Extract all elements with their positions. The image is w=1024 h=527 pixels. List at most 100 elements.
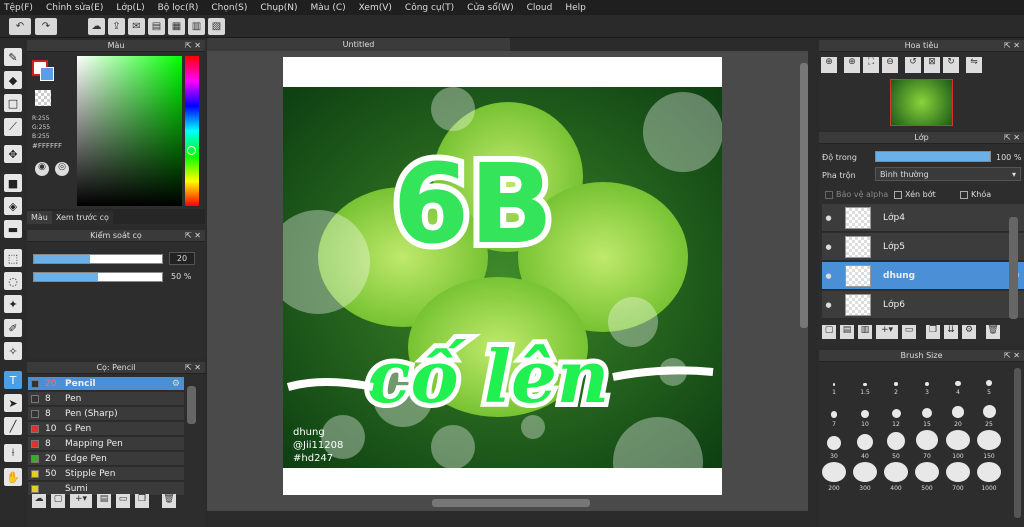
menu-filter[interactable]: Bộ lọc(R) bbox=[158, 3, 199, 13]
tool-move[interactable]: ✥ bbox=[4, 145, 22, 163]
brush-size-option[interactable]: 4 bbox=[945, 366, 971, 396]
brush-list-scrollbar[interactable] bbox=[187, 386, 196, 424]
brush-size-option[interactable]: 200 bbox=[821, 462, 847, 492]
brush-size-option[interactable]: 40 bbox=[852, 430, 878, 460]
new-brush-button[interactable]: ▢ bbox=[51, 494, 65, 508]
tool-lasso[interactable]: ◌ bbox=[4, 272, 22, 290]
background-color-swatch[interactable] bbox=[40, 67, 54, 81]
menu-window[interactable]: Cửa sổ(W) bbox=[467, 3, 513, 13]
merge-layer-button[interactable]: ⇊ bbox=[944, 325, 958, 339]
tool-eraser[interactable]: ◆ bbox=[4, 71, 22, 89]
menu-edit[interactable]: Chỉnh sửa(E) bbox=[46, 3, 103, 13]
grid-button[interactable]: ▥ bbox=[188, 18, 205, 35]
folder-button[interactable]: ▭ bbox=[116, 494, 130, 508]
tool-eyedropper[interactable]: ⟊ bbox=[4, 444, 22, 462]
panel-controls-icon[interactable]: ⇱ ✕ bbox=[1004, 41, 1020, 50]
tool-operation[interactable]: ➤ bbox=[4, 394, 22, 412]
canvas-vertical-scrollbar[interactable] bbox=[800, 63, 808, 328]
layer-item[interactable]: ● Lớp6 bbox=[822, 291, 1024, 319]
menu-cloud[interactable]: Cloud bbox=[527, 3, 553, 13]
brush-size-option[interactable]: 400 bbox=[883, 462, 909, 492]
transparent-swatch[interactable] bbox=[35, 90, 51, 106]
zoom-in-button[interactable]: ⊕ bbox=[821, 57, 837, 73]
tool-brush[interactable]: ✎ bbox=[4, 48, 22, 66]
fit-button[interactable]: ⛶ bbox=[863, 57, 879, 73]
tool-fill-brush[interactable]: ⟋ bbox=[4, 118, 22, 136]
tool-magic-wand[interactable]: ✦ bbox=[4, 295, 22, 313]
tool-text[interactable]: T bbox=[4, 371, 22, 389]
saturation-value-picker[interactable] bbox=[77, 56, 182, 206]
tool-select-pen[interactable]: ✐ bbox=[4, 319, 22, 337]
comment-button[interactable]: ✉ bbox=[128, 18, 145, 35]
menu-select[interactable]: Chọn(S) bbox=[211, 3, 247, 13]
brush-size-scrollbar[interactable] bbox=[1014, 368, 1021, 518]
brush-item[interactable]: 20 Pencil ⚙ bbox=[28, 377, 184, 391]
tool-divider[interactable]: ╱ bbox=[4, 417, 22, 435]
panel-controls-icon[interactable]: ⇱ ✕ bbox=[185, 363, 201, 372]
duplicate-button[interactable]: ❐ bbox=[135, 494, 149, 508]
brush-item[interactable]: 8 Mapping Pen bbox=[28, 437, 184, 451]
brush-size-option[interactable]: 150 bbox=[976, 430, 1002, 460]
layer-opacity-slider[interactable] bbox=[875, 151, 991, 162]
rotate-left-button[interactable]: ↺ bbox=[905, 57, 921, 73]
visibility-icon[interactable]: ● bbox=[822, 243, 835, 251]
gear-icon[interactable]: ⚙ bbox=[172, 379, 180, 389]
brush-size-option[interactable]: 1.5 bbox=[852, 366, 878, 396]
panel-controls-icon[interactable]: ⇱ ✕ bbox=[185, 231, 201, 240]
reset-view-button[interactable]: ⊠ bbox=[924, 57, 940, 73]
menu-layer[interactable]: Lớp(L) bbox=[116, 3, 144, 13]
brush-item[interactable]: 8 Pen bbox=[28, 392, 184, 406]
brush-size-option[interactable]: 700 bbox=[945, 462, 971, 492]
visibility-icon[interactable]: ● bbox=[822, 272, 835, 280]
new-folder-button[interactable]: ▭ bbox=[902, 325, 916, 339]
protect-alpha-checkbox[interactable]: Bảo vệ alpha bbox=[825, 190, 888, 199]
brush-size-option[interactable]: 12 bbox=[883, 398, 909, 428]
navigator-thumbnail[interactable] bbox=[890, 79, 953, 126]
layer-item[interactable]: ● Lớp4 bbox=[822, 204, 1024, 232]
palette-button[interactable]: ◉ bbox=[35, 162, 49, 176]
brush-opacity-slider[interactable] bbox=[33, 272, 163, 282]
brush-size-option[interactable]: 1000 bbox=[976, 462, 1002, 492]
layer-item[interactable]: ● Lớp5 bbox=[822, 233, 1024, 261]
brush-item[interactable]: 50 Stipple Pen bbox=[28, 467, 184, 481]
layer-item[interactable]: ●dhung⚙ bbox=[822, 262, 1024, 290]
menu-view[interactable]: Xem(V) bbox=[359, 3, 392, 13]
menu-help[interactable]: Help bbox=[565, 3, 586, 13]
tool-bucket[interactable]: ◈ bbox=[4, 197, 22, 215]
canvas-area[interactable]: 6B cố lên dhung @Jii11208 #hd247 bbox=[207, 51, 808, 511]
tool-select[interactable]: ⬚ bbox=[4, 249, 22, 267]
flip-button[interactable]: ⇋ bbox=[966, 57, 982, 73]
brush-settings-button[interactable]: ▤ bbox=[97, 494, 111, 508]
rotate-right-button[interactable]: ↻ bbox=[943, 57, 959, 73]
duplicate-layer-button[interactable]: ❐ bbox=[926, 325, 940, 339]
menu-capture[interactable]: Chụp(N) bbox=[260, 3, 297, 13]
blend-mode-select[interactable]: Bình thường ▾ bbox=[875, 167, 1021, 181]
brush-size-value[interactable]: 20 bbox=[169, 252, 195, 265]
brush-size-option[interactable]: 10 bbox=[852, 398, 878, 428]
panel-controls-icon[interactable]: ⇱ ✕ bbox=[1004, 133, 1020, 142]
canvas-horizontal-scrollbar[interactable] bbox=[432, 499, 590, 507]
layer-settings-button[interactable]: ⚙ bbox=[962, 325, 976, 339]
lock-checkbox[interactable]: Khóa bbox=[960, 190, 991, 199]
zoom-out-button[interactable]: ⊖ bbox=[882, 57, 898, 73]
menu-tools[interactable]: Công cụ(T) bbox=[405, 3, 454, 13]
cloud-button[interactable]: ☁ bbox=[88, 18, 105, 35]
brush-size-option[interactable]: 3 bbox=[914, 366, 940, 396]
menu-color[interactable]: Màu (C) bbox=[311, 3, 346, 13]
brush-size-option[interactable]: 15 bbox=[914, 398, 940, 428]
brush-size-option[interactable]: 50 bbox=[883, 430, 909, 460]
redo-button[interactable]: ↷ bbox=[35, 18, 57, 35]
document-button[interactable]: ▦ bbox=[168, 18, 185, 35]
brush-size-option[interactable]: 300 bbox=[852, 462, 878, 492]
tool-fill-rect[interactable]: ■ bbox=[4, 174, 22, 192]
brush-size-option[interactable]: 5 bbox=[976, 366, 1002, 396]
delete-layer-button[interactable]: 🗑 bbox=[986, 325, 1000, 339]
share-button[interactable]: ⇪ bbox=[108, 18, 125, 35]
delete-brush-button[interactable]: 🗑 bbox=[162, 494, 176, 508]
brush-size-option[interactable]: 2 bbox=[883, 366, 909, 396]
brush-size-slider[interactable] bbox=[33, 254, 163, 264]
brush-size-option[interactable]: 500 bbox=[914, 462, 940, 492]
tool-rect-select[interactable]: □ bbox=[4, 94, 22, 112]
hue-slider[interactable] bbox=[185, 56, 199, 206]
canvas-paper[interactable]: 6B cố lên dhung @Jii11208 #hd247 bbox=[283, 57, 722, 495]
